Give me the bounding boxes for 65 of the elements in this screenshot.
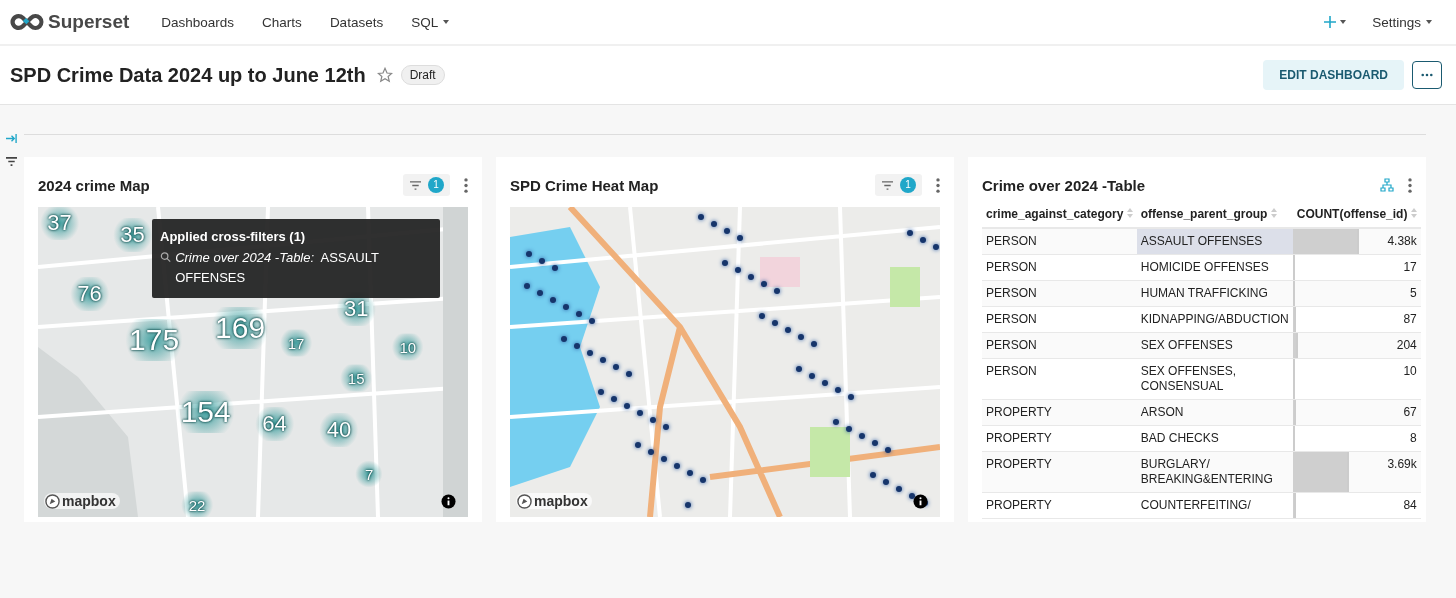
cluster-count: 7 — [354, 460, 384, 488]
table-cell: PERSON — [982, 254, 1137, 281]
mapbox-logo: mapbox — [44, 493, 120, 509]
table-cell[interactable]: SEX OFFENSES, CONSENSUAL — [1136, 358, 1293, 400]
search-icon — [160, 251, 172, 263]
info-icon[interactable] — [441, 494, 456, 509]
table-cell: PROPERTY — [982, 425, 1137, 452]
table-cell[interactable]: HUMAN TRAFFICKING — [1136, 280, 1293, 307]
table-cell: 204 — [1292, 332, 1421, 359]
chart-title: Crime over 2024 -Table — [982, 176, 1146, 194]
nav-link[interactable]: SQL — [411, 14, 450, 30]
table-cell[interactable]: ARSON — [1136, 399, 1293, 426]
brand-name[interactable]: Superset — [48, 11, 130, 33]
cross-filter-entry[interactable]: Crime over 2024 -Table: ASSAULT OFFENSES — [175, 248, 432, 288]
table-cell: 4.38k — [1292, 228, 1421, 255]
table-cell[interactable]: HOMICIDE OFFENSES — [1136, 254, 1293, 281]
kebab-menu-icon[interactable] — [936, 177, 940, 193]
more-options-button[interactable] — [1412, 61, 1442, 89]
table-cell: PERSON — [982, 306, 1137, 333]
nav-link[interactable]: Datasets — [329, 14, 384, 30]
table-cell: PERSON — [982, 228, 1137, 255]
table-cell: 3.69k — [1292, 451, 1421, 493]
table-cell: PERSON — [982, 358, 1137, 400]
table-cell[interactable]: ASSAULT OFFENSES — [1136, 228, 1293, 255]
cluster-count: 37 — [38, 207, 82, 240]
caret-icon — [1340, 20, 1347, 24]
expand-icon[interactable] — [4, 133, 18, 144]
table-cell: PERSON — [982, 332, 1137, 359]
table-cell: PERSON — [982, 280, 1137, 307]
table-cell: PROPERTY — [982, 492, 1137, 519]
cluster-count: 22 — [178, 491, 216, 517]
table-cell: PROPERTY — [982, 399, 1137, 426]
caret-icon — [1426, 20, 1432, 24]
dashboard-title: SPD Crime Data 2024 up to June 12th — [10, 63, 366, 87]
info-icon[interactable] — [913, 494, 928, 509]
cluster-count: 17 — [277, 329, 315, 357]
table-cell: 84 — [1292, 492, 1421, 519]
settings-menu[interactable]: Settings — [1372, 14, 1432, 30]
nav-link[interactable]: Charts — [262, 14, 302, 30]
kebab-menu-icon[interactable] — [464, 177, 468, 193]
sort-icon — [1410, 208, 1417, 218]
kebab-menu-icon[interactable] — [1408, 177, 1412, 193]
mapbox-logo: mapbox — [516, 493, 592, 509]
ellipsis-icon — [1421, 73, 1433, 77]
sort-icon — [1270, 208, 1277, 218]
superset-logo-icon — [10, 13, 44, 31]
chart-title: SPD Crime Heat Map — [510, 176, 659, 194]
table-cell[interactable]: BURGLARY/ BREAKING&ENTERING — [1136, 451, 1293, 493]
plus-icon — [1324, 16, 1337, 28]
table-cell[interactable]: BAD CHECKS — [1136, 425, 1293, 452]
table-cell: 67 — [1292, 399, 1421, 426]
table-cell[interactable]: COUNTERFEITING/ — [1136, 492, 1293, 519]
chart-title: 2024 crime Map — [38, 176, 150, 194]
table-cell[interactable]: KIDNAPPING/ABDUCTION — [1136, 306, 1293, 333]
table-cell: PROPERTY — [982, 451, 1137, 493]
table-cell[interactable]: SEX OFFENSES — [1136, 332, 1293, 359]
star-icon[interactable] — [376, 67, 393, 83]
tooltip-title: Applied cross-filters (1) — [160, 229, 307, 244]
table-cell: 5 — [1292, 280, 1421, 307]
cluster-count: 15 — [337, 364, 375, 391]
draft-badge: Draft — [400, 65, 445, 85]
sort-icon — [1126, 208, 1133, 218]
filter-icon[interactable] — [4, 156, 18, 167]
nav-link[interactable]: Dashboards — [161, 14, 235, 30]
edit-dashboard-button[interactable]: EDIT DASHBOARD — [1263, 60, 1404, 90]
